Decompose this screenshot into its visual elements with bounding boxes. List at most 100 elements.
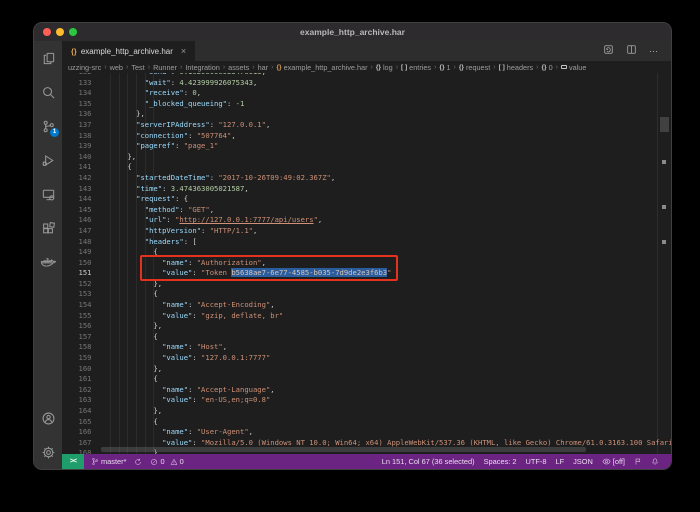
- settings-gear-icon[interactable]: [34, 435, 62, 469]
- code-line[interactable]: 137 "serverIPAddress": "127.0.0.1",: [62, 120, 671, 131]
- source-control-icon[interactable]: 1: [34, 109, 62, 143]
- line-number[interactable]: 156: [62, 321, 102, 332]
- line-number[interactable]: 138: [62, 131, 102, 142]
- code-line[interactable]: 134 "receive": 0,: [62, 88, 671, 99]
- breadcrumb-item[interactable]: {}0: [542, 63, 553, 72]
- line-number[interactable]: 152: [62, 279, 102, 290]
- line-number[interactable]: 163: [62, 395, 102, 406]
- overview-ruler[interactable]: [657, 73, 671, 454]
- line-number[interactable]: 135: [62, 99, 102, 110]
- code-line[interactable]: 161 {: [62, 374, 671, 385]
- breadcrumb-item[interactable]: Runner: [153, 63, 177, 72]
- line-number[interactable]: 168: [62, 448, 102, 454]
- open-changes-icon[interactable]: [603, 42, 614, 60]
- line-number[interactable]: 147: [62, 226, 102, 237]
- code-line[interactable]: 155 "value": "gzip, deflate, br": [62, 311, 671, 322]
- breadcrumb-item[interactable]: {}1: [439, 63, 450, 72]
- code-line[interactable]: 135 "_blocked_queueing": -1: [62, 99, 671, 110]
- code-line[interactable]: 146 "url": "http://127.0.0.1:7777/api/us…: [62, 215, 671, 226]
- cursor-position-item[interactable]: Ln 151, Col 67 (36 selected): [382, 457, 475, 466]
- code-line[interactable]: 152 },: [62, 279, 671, 290]
- line-number[interactable]: 134: [62, 88, 102, 99]
- code-line[interactable]: 140 },: [62, 152, 671, 163]
- remote-indicator[interactable]: ><: [62, 454, 84, 469]
- line-number[interactable]: 137: [62, 120, 102, 131]
- overlay-toggle-item[interactable]: [off]: [602, 457, 625, 466]
- remote-explorer-icon[interactable]: [34, 177, 62, 211]
- line-number[interactable]: 155: [62, 311, 102, 322]
- breadcrumb-item[interactable]: uzzing-src: [68, 63, 101, 72]
- breadcrumb[interactable]: uzzing-src›web›Test›Runner›Integration›a…: [62, 61, 671, 73]
- problems-item[interactable]: 0 0: [150, 457, 183, 466]
- language-mode-item[interactable]: JSON: [573, 457, 593, 466]
- search-icon[interactable]: [34, 75, 62, 109]
- indentation-item[interactable]: Spaces: 2: [484, 457, 517, 466]
- line-number[interactable]: 166: [62, 427, 102, 438]
- breadcrumb-item[interactable]: Test: [131, 63, 144, 72]
- code-line[interactable]: 136 },: [62, 109, 671, 120]
- line-number[interactable]: 139: [62, 141, 102, 152]
- run-debug-icon[interactable]: [34, 143, 62, 177]
- line-number[interactable]: 167: [62, 438, 102, 449]
- code-line[interactable]: 158 "name": "Host",: [62, 342, 671, 353]
- sync-item[interactable]: [134, 458, 142, 466]
- breadcrumb-item[interactable]: assets: [228, 63, 249, 72]
- line-number[interactable]: 149: [62, 247, 102, 258]
- split-editor-icon[interactable]: [626, 42, 637, 60]
- breadcrumb-item[interactable]: value: [561, 63, 586, 72]
- line-number[interactable]: 158: [62, 342, 102, 353]
- line-number[interactable]: 153: [62, 289, 102, 300]
- breadcrumb-item[interactable]: {}example_http_archive.har: [277, 63, 368, 72]
- code-line[interactable]: 143 "time": 3.474363005021587,: [62, 184, 671, 195]
- tab-example-http-archive[interactable]: {} example_http_archive.har ×: [62, 41, 195, 61]
- editor-pane[interactable]: 132 "send": 0.10200000933470613,133 "wai…: [62, 73, 671, 454]
- code-line[interactable]: 162 "name": "Accept-Language",: [62, 385, 671, 396]
- line-number[interactable]: 144: [62, 194, 102, 205]
- code-line[interactable]: 163 "value": "en-US,en;q=0.8": [62, 395, 671, 406]
- code-line[interactable]: 138 "connection": "507764",: [62, 131, 671, 142]
- line-number[interactable]: 141: [62, 162, 102, 173]
- code-line[interactable]: 159 "value": "127.0.0.1:7777": [62, 353, 671, 364]
- breadcrumb-item[interactable]: {}request: [459, 63, 490, 72]
- code-line[interactable]: 148 "headers": [: [62, 237, 671, 248]
- breadcrumb-item[interactable]: {}log: [376, 63, 393, 72]
- line-number[interactable]: 164: [62, 406, 102, 417]
- breadcrumb-item[interactable]: web: [110, 63, 123, 72]
- line-number[interactable]: 146: [62, 215, 102, 226]
- line-number[interactable]: 133: [62, 78, 102, 89]
- notifications-item[interactable]: [651, 457, 659, 466]
- line-number[interactable]: 148: [62, 237, 102, 248]
- code-line[interactable]: 160 },: [62, 364, 671, 375]
- line-number[interactable]: 151: [62, 268, 102, 279]
- close-tab-icon[interactable]: ×: [181, 46, 186, 56]
- line-number[interactable]: 162: [62, 385, 102, 396]
- code-line[interactable]: 144 "request": {: [62, 194, 671, 205]
- scrollbar-thumb[interactable]: [660, 117, 669, 132]
- encoding-item[interactable]: UTF-8: [526, 457, 547, 466]
- code-line[interactable]: 145 "method": "GET",: [62, 205, 671, 216]
- eol-item[interactable]: LF: [555, 457, 564, 466]
- line-number[interactable]: 142: [62, 173, 102, 184]
- horizontal-scrollbar[interactable]: [101, 447, 586, 452]
- feedback-item[interactable]: [634, 457, 642, 466]
- line-number[interactable]: 140: [62, 152, 102, 163]
- code-line[interactable]: 139 "pageref": "page_1": [62, 141, 671, 152]
- accounts-icon[interactable]: [34, 401, 62, 435]
- line-number[interactable]: 160: [62, 364, 102, 375]
- line-number[interactable]: 136: [62, 109, 102, 120]
- more-actions-icon[interactable]: ⋯: [649, 46, 659, 57]
- line-number[interactable]: 157: [62, 332, 102, 343]
- line-number[interactable]: 165: [62, 417, 102, 428]
- line-number[interactable]: 161: [62, 374, 102, 385]
- code-line[interactable]: 141 {: [62, 162, 671, 173]
- line-number[interactable]: 143: [62, 184, 102, 195]
- extensions-icon[interactable]: [34, 211, 62, 245]
- code-line[interactable]: 156 },: [62, 321, 671, 332]
- code-line[interactable]: 147 "httpVersion": "HTTP/1.1",: [62, 226, 671, 237]
- code-line[interactable]: 142 "startedDateTime": "2017-10-26T09:49…: [62, 173, 671, 184]
- code-line[interactable]: 150 "name": "Authorization",: [62, 258, 671, 269]
- explorer-icon[interactable]: [34, 41, 62, 75]
- line-number[interactable]: 150: [62, 258, 102, 269]
- line-number[interactable]: 159: [62, 353, 102, 364]
- code-line[interactable]: 153 {: [62, 289, 671, 300]
